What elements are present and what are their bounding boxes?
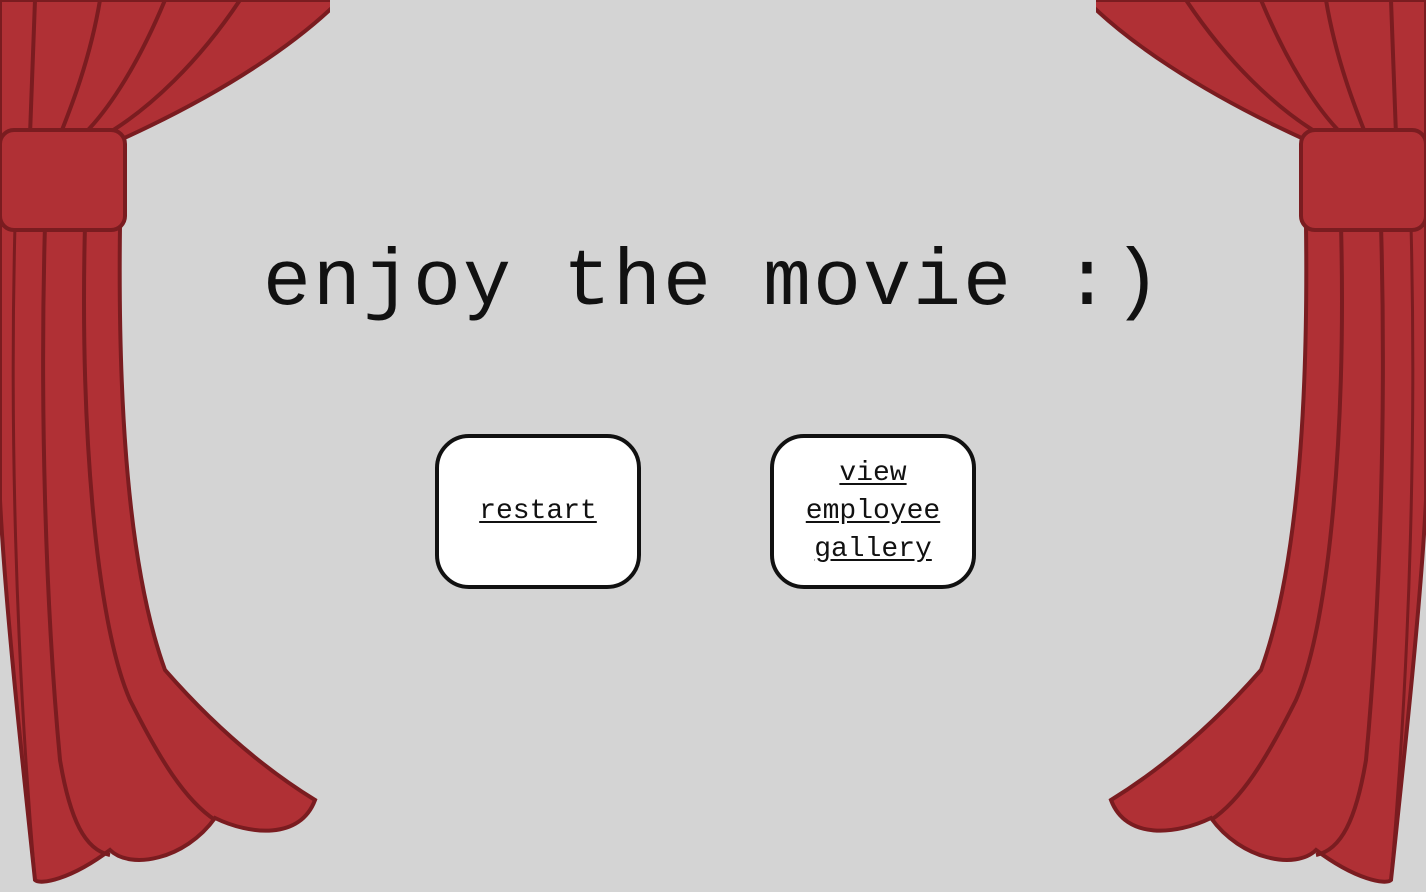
- theater-stage: enjoy the movie :) restart view employee…: [0, 0, 1426, 892]
- page-title: enjoy the movie :): [262, 238, 1164, 329]
- restart-link[interactable]: restart: [448, 493, 628, 531]
- left-curtain-icon: [0, 0, 330, 884]
- view-employee-gallery-button[interactable]: view employee gallery: [770, 434, 976, 589]
- right-curtain-icon: [1096, 0, 1426, 884]
- view-employee-gallery-link[interactable]: view employee gallery: [783, 455, 963, 569]
- restart-button[interactable]: restart: [435, 434, 641, 589]
